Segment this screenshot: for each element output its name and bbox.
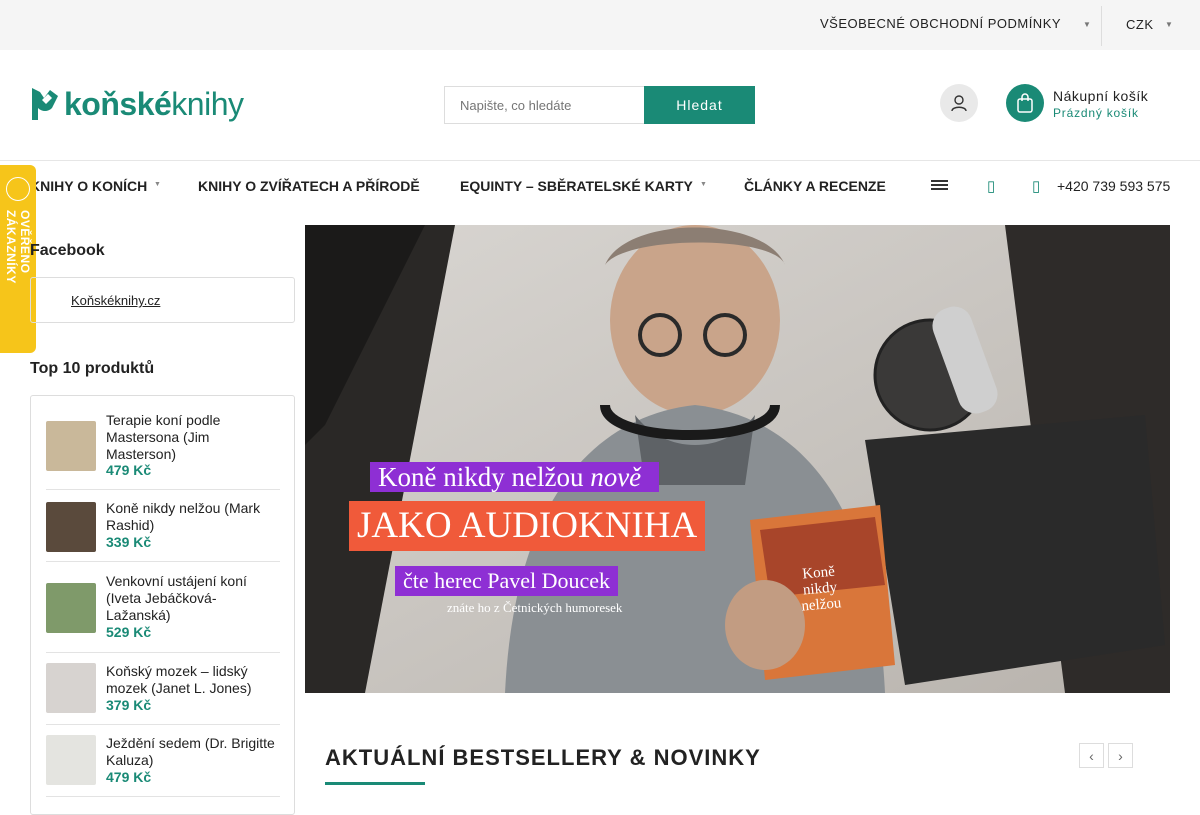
product-thumbnail[interactable] [46, 421, 96, 471]
list-item[interactable]: Koně nikdy nelžou (Mark Rashid) 339 Kč [46, 500, 280, 562]
product-thumbnail[interactable] [46, 502, 96, 552]
banner-line-1: Koně nikdy nelžou nově [370, 462, 660, 492]
phone-number[interactable]: +420 739 593 575 [1057, 178, 1170, 194]
hero-banner[interactable]: Koně nikdy nelžou nově JAKO AUDIOKNIHA č… [305, 225, 1170, 693]
account-button[interactable] [940, 84, 978, 122]
product-price: 339 Kč [106, 534, 152, 550]
cart-status[interactable]: Prázdný košík [1053, 106, 1139, 120]
product-name[interactable]: Ježdění sedem (Dr. Brigitte Kaluza) [106, 735, 276, 769]
logo-text-part1: koňské [64, 86, 172, 122]
product-thumbnail[interactable] [46, 735, 96, 785]
nav-item-equinty[interactable]: EQUINTY – SBĚRATELSKÉ KARTY [460, 178, 693, 194]
section-heading: AKTUÁLNÍ BESTSELLERY & NOVINKY [325, 745, 761, 770]
carousel-prev-button[interactable]: ‹ [1079, 743, 1104, 768]
chevron-down-icon[interactable]: ▼ [700, 181, 707, 188]
chevron-down-icon[interactable]: ▼ [1165, 20, 1173, 29]
divider [1101, 6, 1102, 46]
header: koňskéknihy Hledat Nákupní košík Prázdný… [0, 50, 1200, 161]
nav-item-horse-books[interactable]: KNIHY O KONÍCH [30, 178, 147, 194]
search-input[interactable] [444, 86, 644, 124]
top-products-list: Terapie koní podle Mastersona (Jim Maste… [30, 395, 295, 815]
book-title: Koně nikdy nelžou [800, 563, 843, 615]
carousel-next-button[interactable]: › [1108, 743, 1133, 768]
product-name[interactable]: Koně nikdy nelžou (Mark Rashid) [106, 500, 276, 534]
email-icon[interactable]: ▯ [987, 177, 995, 195]
product-thumbnail[interactable] [46, 663, 96, 713]
facebook-widget: Koňskéknihy.cz [30, 277, 295, 323]
seal-icon [6, 177, 30, 201]
list-item[interactable]: Terapie koní podle Mastersona (Jim Maste… [46, 412, 280, 490]
product-price: 379 Kč [106, 697, 152, 713]
cart-title[interactable]: Nákupní košík [1053, 88, 1148, 104]
chevron-down-icon[interactable]: ▼ [1083, 20, 1091, 29]
top-products-heading: Top 10 produktů [30, 360, 155, 377]
product-price: 529 Kč [106, 624, 152, 640]
nav-item-articles[interactable]: ČLÁNKY A RECENZE [744, 178, 886, 194]
product-price: 479 Kč [106, 462, 152, 478]
banner-line-3: čte herec Pavel Doucek [395, 566, 619, 596]
chevron-down-icon[interactable]: ▼ [154, 181, 161, 188]
hamburger-menu-icon[interactable] [931, 179, 948, 191]
list-item[interactable]: Venkovní ustájení koní (Iveta Jebáčková-… [46, 573, 280, 653]
currency-selector[interactable]: CZK [1126, 17, 1154, 32]
phone-icon[interactable]: ▯ [1032, 177, 1040, 195]
logo[interactable]: koňskéknihy [30, 84, 244, 124]
terms-link[interactable]: VŠEOBECNÉ OBCHODNÍ PODMÍNKY [820, 16, 1061, 31]
list-item[interactable]: Ježdění sedem (Dr. Brigitte Kaluza) 479 … [46, 735, 280, 797]
banner-line-4: znáte ho z Četnických humoresek [447, 600, 623, 615]
product-name[interactable]: Terapie koní podle Mastersona (Jim Maste… [106, 412, 276, 463]
search-button[interactable]: Hledat [644, 86, 755, 124]
product-thumbnail[interactable] [46, 583, 96, 633]
product-name[interactable]: Venkovní ustájení koní (Iveta Jebáčková-… [106, 573, 276, 624]
shopping-bag-icon [1017, 93, 1033, 113]
banner-photo [305, 225, 1170, 693]
search-form: Hledat [444, 86, 755, 124]
main-nav: KNIHY O KONÍCH ▼ KNIHY O ZVÍŘATECH A PŘÍ… [0, 161, 1200, 209]
product-price: 479 Kč [106, 769, 152, 785]
facebook-page-link[interactable]: Koňskéknihy.cz [71, 293, 160, 308]
horse-logo-icon [32, 88, 58, 120]
user-icon [951, 95, 967, 112]
banner-line-2: JAKO AUDIOKNIHA [349, 501, 706, 551]
list-item[interactable]: Koňský mozek – lidský mozek (Janet L. Jo… [46, 663, 280, 725]
nav-item-animal-books[interactable]: KNIHY O ZVÍŘATECH A PŘÍRODĚ [198, 178, 420, 194]
section-underline [325, 782, 425, 785]
top-bar: VŠEOBECNÉ OBCHODNÍ PODMÍNKY ▼ CZK ▼ [0, 0, 1200, 50]
cart-button[interactable] [1006, 84, 1044, 122]
logo-text-part2: knihy [171, 86, 244, 122]
product-name[interactable]: Koňský mozek – lidský mozek (Janet L. Jo… [106, 663, 276, 697]
badge-label: OVĚŘENO ZÁKAZNÍKY [4, 210, 32, 284]
facebook-heading: Facebook [30, 242, 105, 259]
